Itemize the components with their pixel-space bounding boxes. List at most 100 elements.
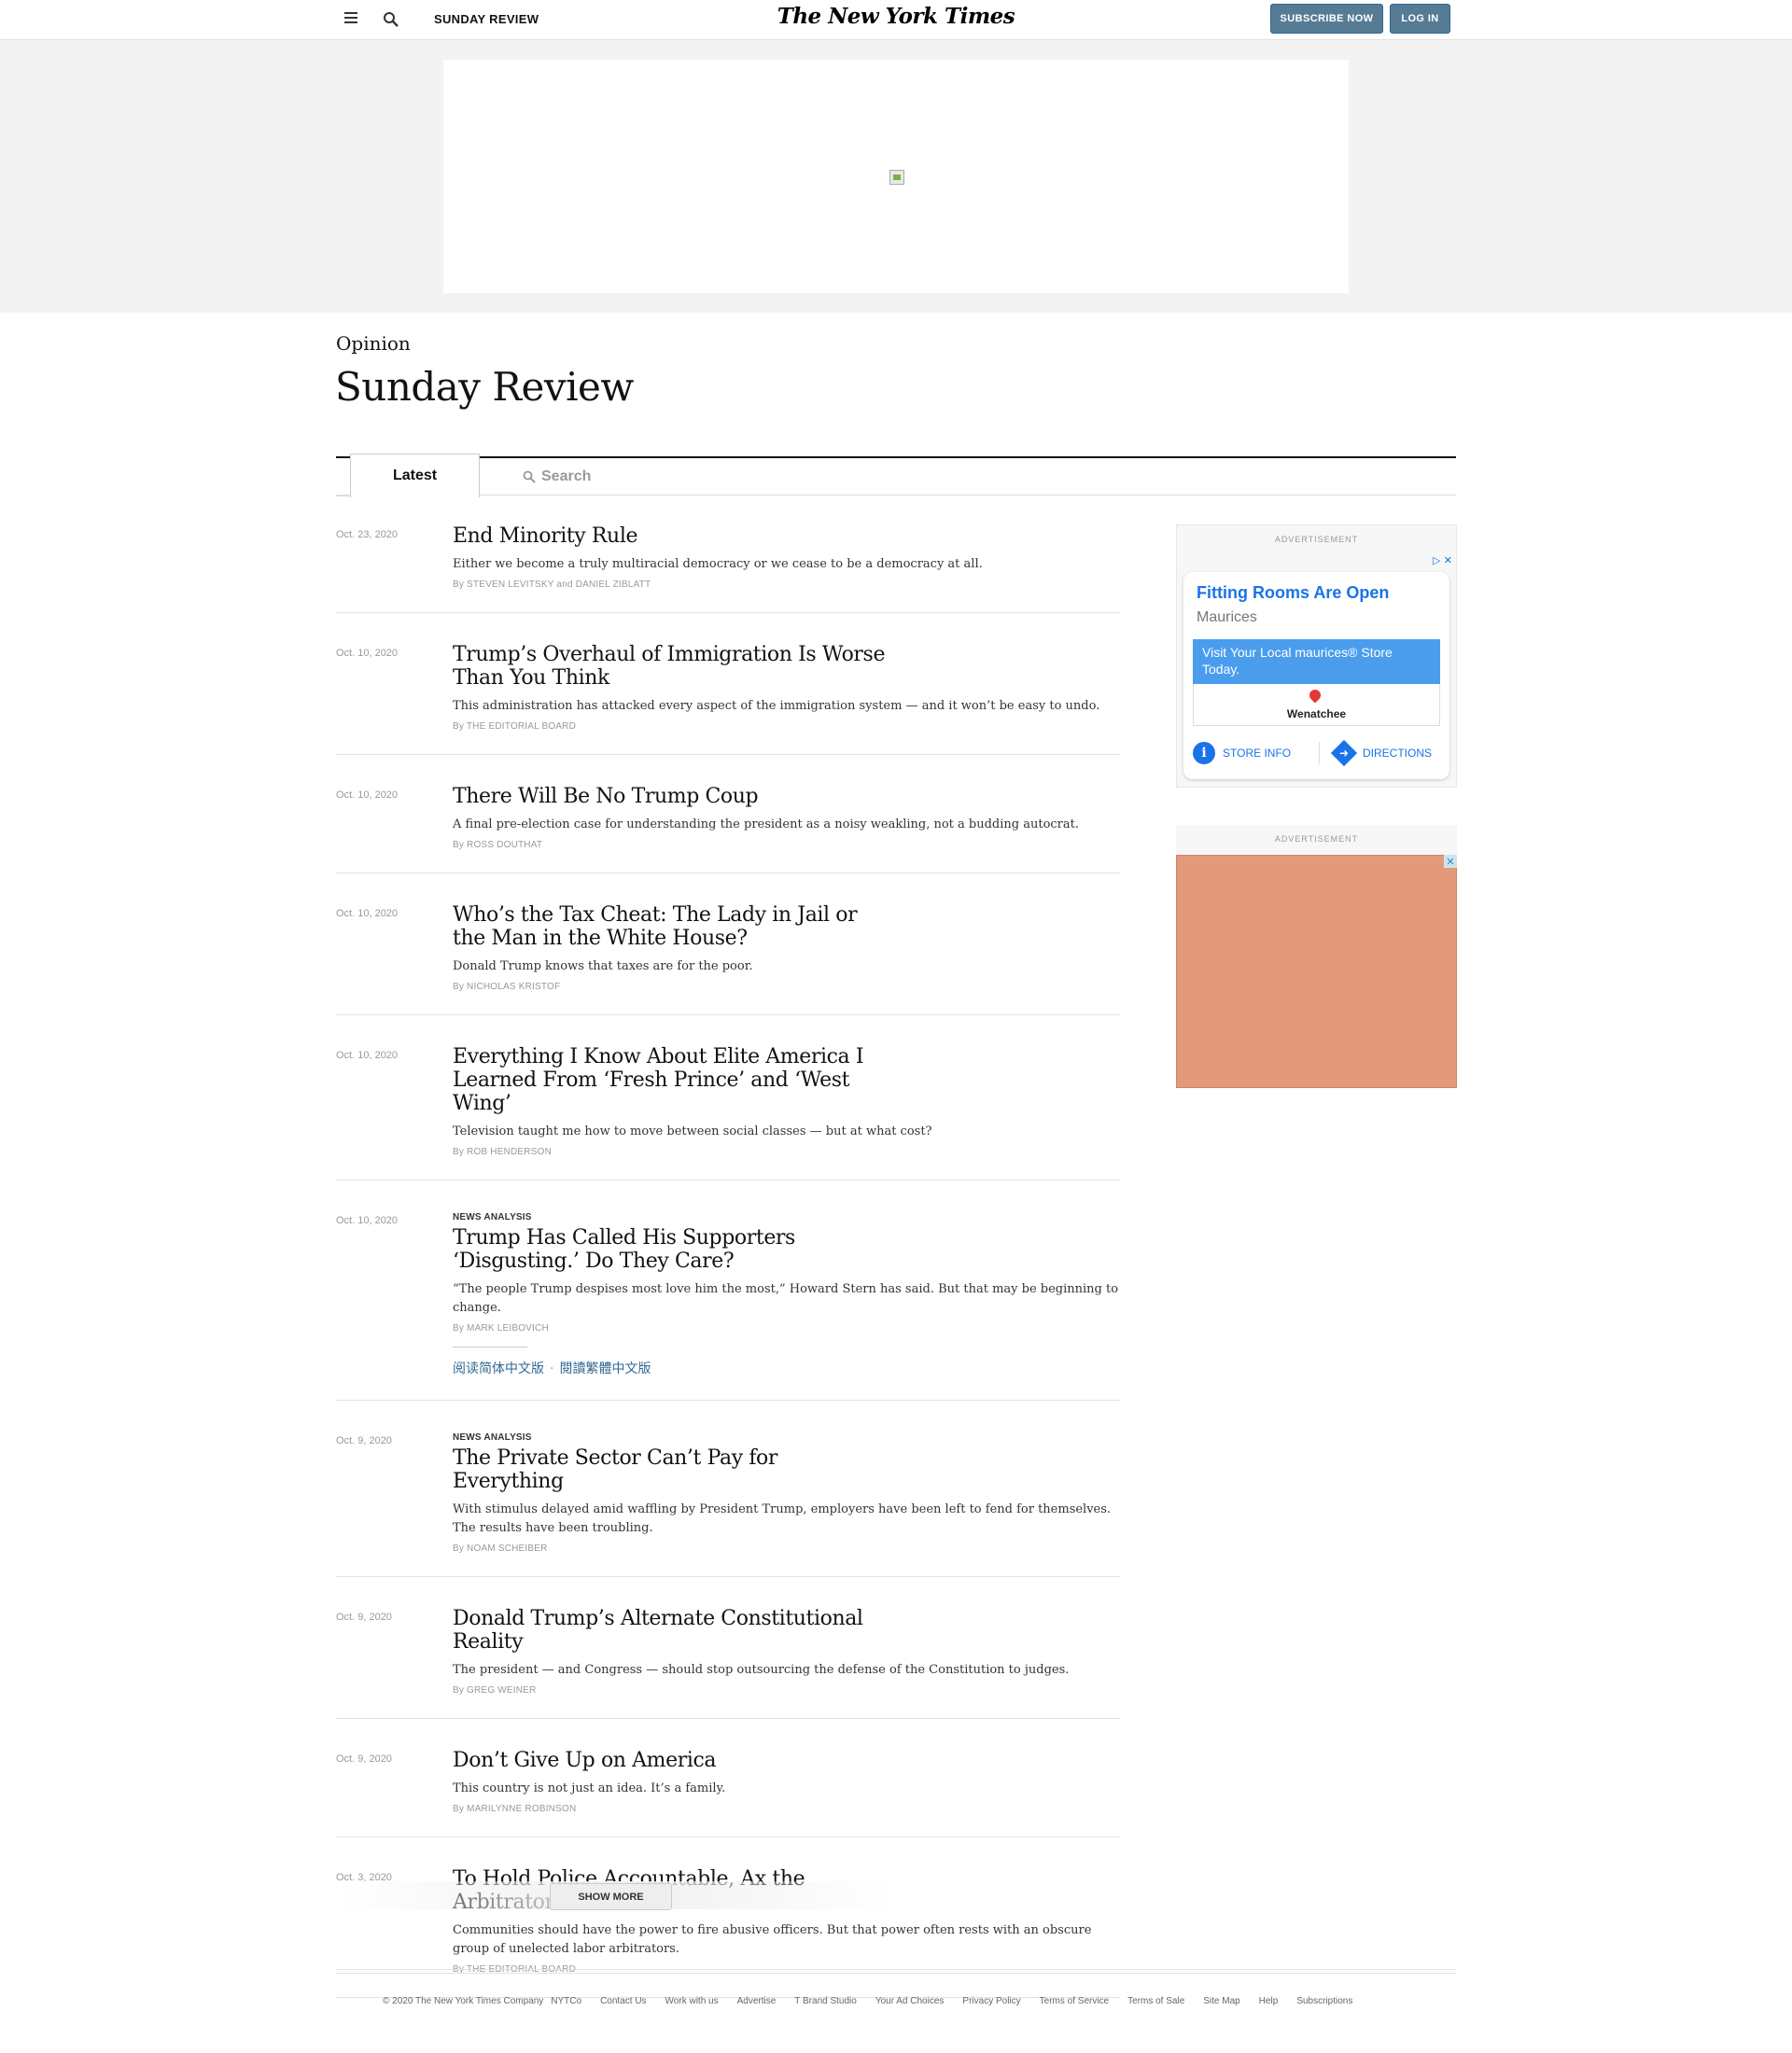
ad-card-title[interactable]: Fitting Rooms Are Open	[1197, 583, 1389, 603]
story-summary: This country is not just an idea. It’s a…	[453, 1781, 726, 1795]
story-date: Oct. 10, 2020	[336, 789, 399, 801]
story-headline[interactable]: Don’t Give Up on America	[453, 1749, 891, 1772]
directions-icon: ➜	[1330, 739, 1358, 767]
story-headline[interactable]: Everything I Know About Elite America I …	[453, 1045, 891, 1115]
footer-link[interactable]: NYTCo	[551, 1996, 581, 2006]
story-summary: This administration has attacked every a…	[453, 699, 1100, 713]
top-ad-band	[0, 40, 1792, 313]
rail-ad-2: ADVERTISEMENT ✕	[1176, 825, 1457, 1088]
story-summary: Communities should have the power to fir…	[453, 1923, 1092, 1956]
show-more-button[interactable]: SHOW MORE	[550, 1883, 672, 1910]
subscribe-button[interactable]: SUBSCRIBE NOW	[1270, 4, 1383, 34]
footer-links: © 2020 The New York Times Company NYTCo C…	[383, 1996, 1352, 2006]
story-headline[interactable]: The Private Sector Can’t Pay for Everyth…	[453, 1446, 891, 1493]
tab-divider	[336, 458, 350, 496]
story-byline: By MARK LEIBOVICH	[453, 1323, 549, 1334]
section-kicker[interactable]: Opinion	[336, 332, 411, 355]
footer-link[interactable]: T Brand Studio	[794, 1996, 857, 2006]
story-item: Oct. 10, 2020 Trump’s Overhaul of Immigra…	[336, 613, 1120, 755]
story-date: Oct. 10, 2020	[336, 908, 399, 919]
story-headline[interactable]: Trump’s Overhaul of Immigration Is Worse…	[453, 643, 891, 690]
tab-latest[interactable]: Latest	[350, 454, 480, 497]
footer-link[interactable]: Terms of Service	[1040, 1996, 1109, 2006]
story-item: Oct. 9, 2020 Don’t Give Up on America This…	[336, 1719, 1120, 1837]
story-summary: With stimulus delayed amid waffling by P…	[453, 1502, 1112, 1535]
story-stream: Oct. 23, 2020 End Minority Rule Either we …	[336, 495, 1120, 1998]
story-byline: By THE EDITORIAL BOARD	[453, 721, 577, 732]
info-icon: i	[1193, 742, 1215, 764]
translation-links: 阅读简体中文版 · 閱讀繁體中文版	[453, 1359, 1120, 1377]
footer-link[interactable]: Site Map	[1203, 1996, 1239, 2006]
footer-link[interactable]: Your Ad Choices	[875, 1996, 945, 2006]
story-headline[interactable]: Trump Has Called His Supporters ‘Disgust…	[453, 1226, 891, 1273]
ad-card-actions: i STORE INFO ➜ DIRECTIONS	[1193, 739, 1440, 767]
story-item: Oct. 23, 2020 End Minority Rule Either we …	[336, 495, 1120, 613]
page-title: Sunday Review	[335, 364, 634, 410]
story-date: Oct. 23, 2020	[336, 529, 399, 540]
translation-divider	[453, 1347, 527, 1348]
story-item: Oct. 9, 2020 NEWS ANALYSIS The Private Sec…	[336, 1401, 1120, 1577]
ad-card-city: Wenatchee	[1286, 707, 1347, 720]
story-date: Oct. 10, 2020	[336, 1215, 399, 1226]
show-more-area: SHOW MORE	[336, 1881, 1120, 1910]
footer-link[interactable]: Help	[1259, 1996, 1279, 2006]
rail-ad-1: ADVERTISEMENT ▷ ✕ Fitting Rooms Are Open…	[1176, 524, 1457, 788]
story-date: Oct. 9, 2020	[336, 1612, 392, 1623]
tab-search[interactable]: Search	[523, 466, 591, 488]
actions-divider	[1319, 742, 1320, 764]
story-headline[interactable]: There Will Be No Trump Coup	[453, 785, 891, 808]
story-summary: Television taught me how to move between…	[453, 1124, 932, 1138]
story-byline: By GREG WEINER	[453, 1685, 537, 1696]
adchoices-icon[interactable]: ▷ ✕	[1433, 554, 1452, 566]
footer-rule	[336, 1973, 1456, 1974]
story-byline: By STEVEN LEVITSKY and DANIEL ZIBLATT	[453, 580, 651, 590]
story-item: Oct. 10, 2020 NEWS ANALYSIS Trump Has Call…	[336, 1180, 1120, 1401]
story-item: Oct. 10, 2020 Who’s the Tax Cheat: The La…	[336, 873, 1120, 1015]
ad-card-brand: Maurices	[1197, 609, 1257, 625]
ad-card-map[interactable]: Wenatchee	[1193, 684, 1440, 726]
tab-search-label: Search	[541, 468, 592, 484]
story-label: NEWS ANALYSIS	[453, 1212, 532, 1222]
story-headline[interactable]: End Minority Rule	[453, 524, 891, 548]
story-date: Oct. 10, 2020	[336, 648, 399, 659]
directions-button[interactable]: ➜ DIRECTIONS	[1330, 739, 1432, 767]
story-headline[interactable]: Donald Trump’s Alternate Constitutional …	[453, 1607, 891, 1654]
translation-link[interactable]: 閱讀繁體中文版	[559, 1362, 651, 1376]
ad-label: ADVERTISEMENT	[1274, 535, 1359, 544]
search-icon	[523, 470, 536, 483]
footer-link[interactable]: Terms of Sale	[1127, 1996, 1184, 2006]
top-bar: SUNDAY REVIEW The New York Times SUBSCRI…	[0, 0, 1792, 40]
story-byline: By MARILYNNE ROBINSON	[453, 1804, 577, 1814]
footer: © 2020 The New York Times Company NYTCo C…	[336, 1969, 1456, 2006]
footer-copyright: © 2020 The New York Times Company	[383, 1996, 544, 2006]
close-icon[interactable]: ✕	[1444, 855, 1457, 868]
ad-card-cta[interactable]: Visit Your Local maurices® Store Today.	[1193, 639, 1440, 684]
footer-link[interactable]: Contact Us	[600, 1996, 646, 2006]
story-byline: By ROB HENDERSON	[453, 1147, 552, 1157]
story-summary: The president — and Congress — should st…	[453, 1663, 1070, 1677]
login-button[interactable]: LOG IN	[1390, 4, 1450, 34]
story-byline: By NICHOLAS KRISTOF	[453, 982, 561, 992]
broken-image-icon	[889, 170, 904, 185]
story-item: Oct. 9, 2020 Donald Trump’s Alternate Con…	[336, 1577, 1120, 1719]
ad-card[interactable]: Fitting Rooms Are Open Maurices Visit Yo…	[1183, 572, 1449, 779]
story-summary: Either we become a truly multiracial dem…	[453, 557, 983, 571]
translation-link[interactable]: 阅读简体中文版	[453, 1362, 544, 1376]
top-ad-slot[interactable]	[443, 60, 1349, 293]
story-summary: Donald Trump knows that taxes are for th…	[453, 959, 753, 973]
story-label: NEWS ANALYSIS	[453, 1432, 532, 1443]
ad-creative[interactable]	[1176, 855, 1457, 1088]
story-item: Oct. 3, 2020 To Hold Police Accountable, …	[336, 1837, 1120, 1998]
story-byline: By NOAM SCHEIBER	[453, 1543, 548, 1554]
story-date: Oct. 9, 2020	[336, 1753, 392, 1765]
footer-link[interactable]: Advertise	[737, 1996, 777, 2006]
story-date: Oct. 10, 2020	[336, 1050, 399, 1061]
stream-tabs: Latest Search	[336, 454, 1456, 497]
story-headline[interactable]: Who’s the Tax Cheat: The Lady in Jail or…	[453, 903, 891, 950]
story-summary: “The people Trump despises most love him…	[453, 1282, 1119, 1315]
footer-link[interactable]: Subscriptions	[1296, 1996, 1352, 2006]
map-pin-icon	[1307, 687, 1323, 704]
footer-link[interactable]: Work with us	[665, 1996, 719, 2006]
footer-link[interactable]: Privacy Policy	[962, 1996, 1020, 2006]
store-info-button[interactable]: i STORE INFO	[1193, 740, 1291, 766]
